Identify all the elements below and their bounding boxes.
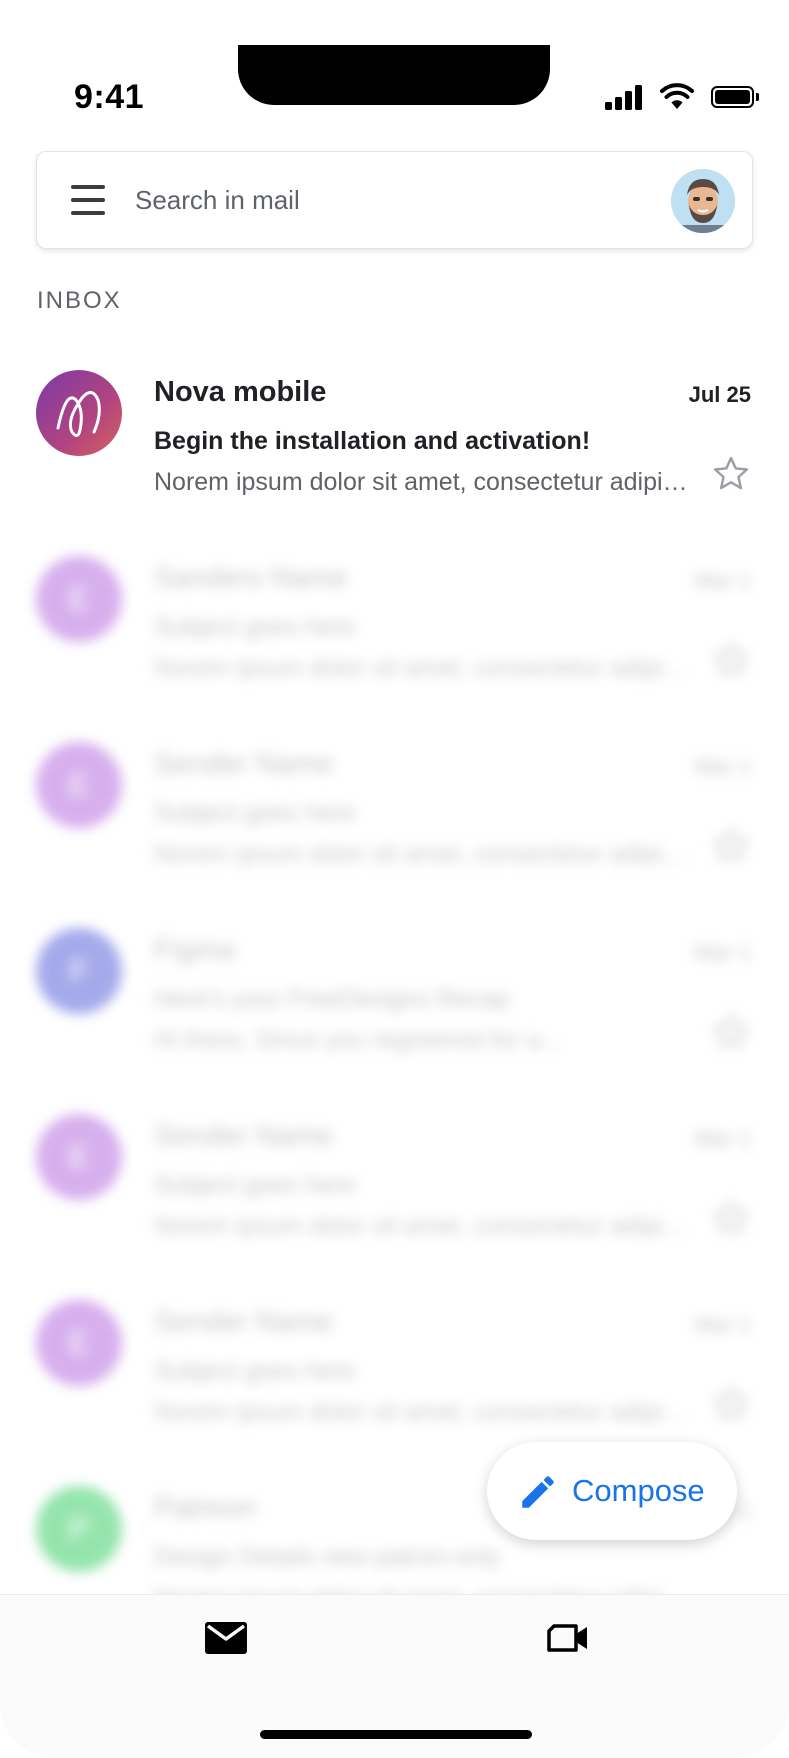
compose-button[interactable]: Compose bbox=[487, 1442, 737, 1540]
email-sender: Patreon bbox=[154, 1492, 256, 1524]
sender-avatar: E bbox=[36, 1300, 122, 1386]
email-date: Jul 25 bbox=[688, 382, 751, 407]
email-date: Mar 1 bbox=[694, 1126, 751, 1151]
pencil-icon bbox=[522, 1476, 554, 1508]
email-sender: Sanders Name bbox=[154, 562, 348, 594]
sender-avatar: F bbox=[36, 928, 122, 1014]
wifi-icon bbox=[660, 83, 694, 109]
star-icon[interactable] bbox=[711, 640, 751, 680]
avatar-letter: E bbox=[68, 580, 90, 617]
mail-icon[interactable] bbox=[204, 1620, 248, 1656]
star-icon[interactable] bbox=[711, 1012, 751, 1052]
email-date: Mar 1 bbox=[694, 1312, 751, 1337]
star-icon[interactable] bbox=[711, 826, 751, 866]
email-row[interactable]: E Sanders Name Mar 1 Subject goes here N… bbox=[0, 556, 789, 706]
compose-label: Compose bbox=[572, 1473, 705, 1508]
nova-logo-icon bbox=[56, 391, 101, 437]
sender-avatar bbox=[36, 370, 122, 456]
status-time: 9:41 bbox=[74, 78, 145, 116]
avatar-letter: E bbox=[68, 766, 90, 803]
inbox-label: INBOX bbox=[37, 287, 122, 314]
email-date: Mar 1 bbox=[694, 568, 751, 593]
sender-avatar: E bbox=[36, 1114, 122, 1200]
email-row[interactable]: E Sender Name Mar 1 Subject goes here No… bbox=[0, 1114, 789, 1264]
email-subject: Subject goes here bbox=[154, 1357, 356, 1385]
email-subject: Subject goes here bbox=[154, 1171, 356, 1199]
email-sender: Nova mobile bbox=[154, 376, 327, 408]
home-indicator bbox=[260, 1730, 532, 1739]
cellular-signal-icon bbox=[605, 84, 643, 110]
hamburger-menu-icon[interactable] bbox=[71, 185, 105, 215]
email-row[interactable]: E Sender Name Mar 1 Subject goes here No… bbox=[0, 1300, 789, 1450]
email-preview: Norem ipsum dolor sit amet, consectetur … bbox=[154, 468, 689, 496]
device-notch bbox=[238, 45, 550, 105]
email-sender: Sender Name bbox=[154, 1306, 333, 1338]
star-icon[interactable] bbox=[711, 1198, 751, 1238]
email-row[interactable]: E Sender Name Mar 1 Subject goes here No… bbox=[0, 742, 789, 892]
email-preview: Hi there, Since you registered for a... bbox=[154, 1026, 562, 1054]
email-subject: Design Details new patron-only bbox=[154, 1543, 501, 1571]
sender-avatar: E bbox=[36, 742, 122, 828]
email-sender: Sender Name bbox=[154, 1120, 333, 1152]
email-preview: Norem ipsum dolor sit amet, consectetur … bbox=[154, 654, 689, 682]
email-subject: Begin the installation and activation! bbox=[154, 427, 591, 455]
video-icon[interactable] bbox=[546, 1618, 590, 1658]
email-date: Mar 1 bbox=[694, 940, 751, 965]
star-icon[interactable] bbox=[711, 454, 751, 494]
avatar-letter: E bbox=[68, 1138, 90, 1175]
star-icon[interactable] bbox=[711, 1384, 751, 1424]
email-subject: Subject goes here bbox=[154, 613, 356, 641]
email-subject: Here's your FreeDesigns Recap bbox=[154, 985, 509, 1013]
email-preview: Norem ipsum dolor sit amet, consectetur … bbox=[154, 1212, 689, 1240]
email-subject: Subject goes here bbox=[154, 799, 356, 827]
search-bar[interactable]: Search in mail bbox=[36, 151, 753, 249]
email-sender: Sender Name bbox=[154, 748, 333, 780]
sender-avatar: P bbox=[36, 1486, 122, 1572]
avatar-letter: P bbox=[68, 1510, 90, 1547]
phone-screen: 9:41 Search in mail INBOX Nova mobile Ju… bbox=[0, 0, 789, 1758]
email-row[interactable]: F Figma Mar 1 Here's your FreeDesigns Re… bbox=[0, 928, 789, 1078]
email-sender: Figma bbox=[154, 934, 235, 966]
email-preview: Norem ipsum dolor sit amet, consectetur … bbox=[154, 1398, 689, 1426]
email-preview: Norem ipsum dolor sit amet, consectetur … bbox=[154, 840, 689, 868]
avatar-letter: E bbox=[68, 1324, 90, 1361]
search-input[interactable]: Search in mail bbox=[135, 185, 300, 216]
sender-avatar: E bbox=[36, 556, 122, 642]
email-date: Mar 1 bbox=[694, 754, 751, 779]
memoji-avatar-icon bbox=[671, 169, 735, 233]
battery-icon bbox=[711, 86, 759, 108]
avatar-letter: F bbox=[69, 952, 89, 989]
account-avatar[interactable] bbox=[671, 169, 735, 233]
email-row[interactable]: Nova mobile Jul 25 Begin the installatio… bbox=[0, 370, 789, 520]
